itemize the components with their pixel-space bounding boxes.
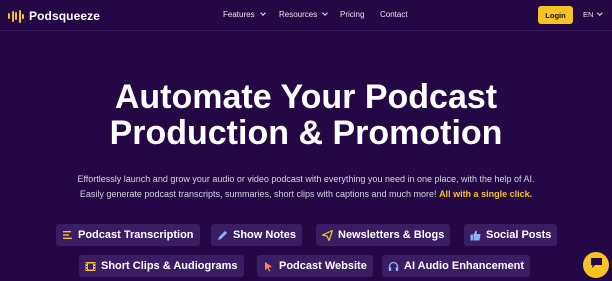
cursor-icon <box>263 261 274 272</box>
chat-widget-button[interactable] <box>583 252 609 278</box>
feature-show-notes[interactable]: Show Notes <box>211 224 302 246</box>
feature-podcast-transcription[interactable]: Podcast Transcription <box>56 224 200 246</box>
feature-short-clips-audiograms[interactable]: Short Clips & Audiograms <box>79 255 244 277</box>
headphones-icon <box>388 261 399 272</box>
feature-social-posts[interactable]: Social Posts <box>464 224 558 246</box>
nav-item-contact[interactable]: Contact <box>380 10 408 19</box>
nav-links: Features Resources Pricing Contact <box>0 10 612 22</box>
paper-plane-icon <box>322 229 333 241</box>
feature-ai-audio-enhancement[interactable]: AI Audio Enhancement <box>382 255 530 277</box>
nav-item-features[interactable]: Features <box>223 10 266 19</box>
transcript-lines-icon <box>62 230 73 241</box>
login-button[interactable]: Login <box>538 6 573 24</box>
feature-newsletters-blogs[interactable]: Newsletters & Blogs <box>316 224 451 246</box>
language-selector[interactable]: EN <box>583 10 603 19</box>
chevron-down-icon <box>322 10 329 16</box>
nav-item-resources[interactable]: Resources <box>279 10 329 19</box>
nav-item-pricing[interactable]: Pricing <box>340 10 364 19</box>
chevron-down-icon <box>597 10 603 16</box>
pen-icon <box>217 230 228 241</box>
film-icon <box>85 261 96 272</box>
chevron-down-icon <box>259 10 266 16</box>
top-navbar: Podsqueeze Features Resources Pricing Co… <box>0 0 612 31</box>
thumbs-up-icon <box>470 230 481 241</box>
hero-subtitle: Effortlessly launch and grow your audio … <box>77 174 535 199</box>
hero-title: Automate Your Podcast Production & Promo… <box>109 78 503 152</box>
feature-podcast-website[interactable]: Podcast Website <box>257 255 373 277</box>
chat-bubble-icon <box>590 256 603 274</box>
subtitle-highlight: All with a single click. <box>439 189 533 199</box>
